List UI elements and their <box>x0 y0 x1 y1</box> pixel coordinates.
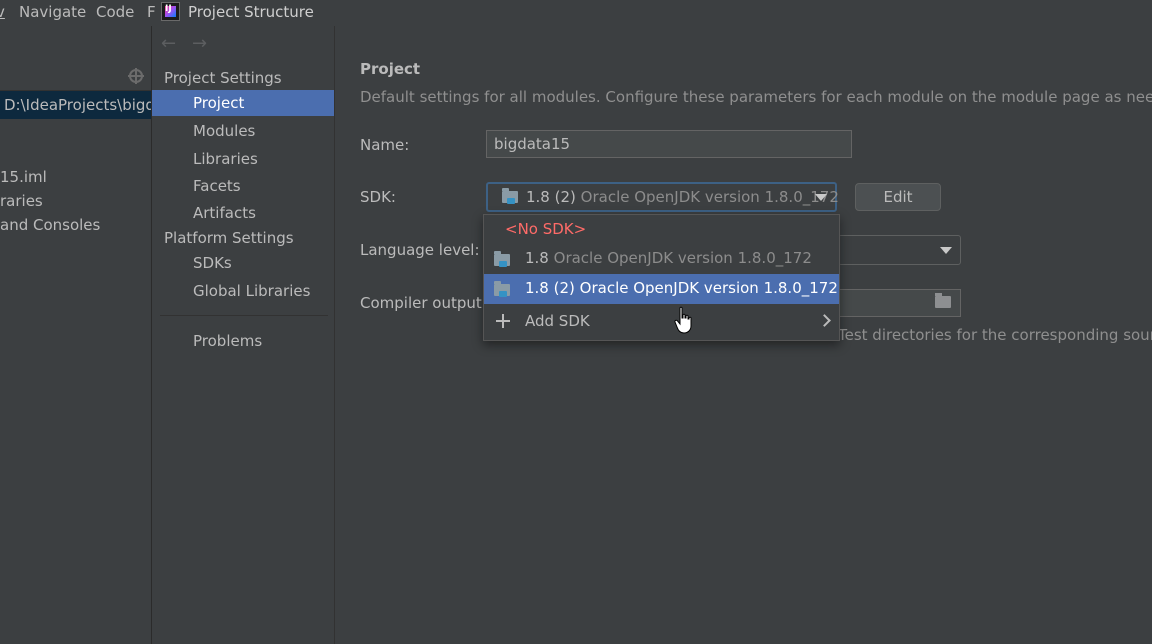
menu-code[interactable]: Code <box>96 3 134 21</box>
window-title: Project Structure <box>188 3 314 21</box>
sidebar-item-modules[interactable]: Modules <box>152 118 334 144</box>
sdk-combobox[interactable]: 1.8 (2) Oracle OpenJDK version 1.8.0_172 <box>486 182 839 212</box>
hand-pointer-icon <box>674 306 692 334</box>
intellij-logo-icon <box>161 2 180 21</box>
menu-navigate[interactable]: Navigate <box>19 3 86 21</box>
project-tree-item-libraries[interactable]: raries <box>0 192 43 210</box>
chevron-down-icon <box>940 247 952 254</box>
page-title: Project <box>360 60 421 78</box>
language-level-label: Language level: <box>360 241 480 259</box>
folder-sdk-icon <box>494 281 510 297</box>
dropdown-item-add-sdk[interactable]: Add SDK <box>484 307 839 337</box>
edit-sdk-button[interactable]: Edit <box>855 183 941 211</box>
name-label: Name: <box>360 136 410 154</box>
sdk-selected-value: 1.8 (2) Oracle OpenJDK version 1.8.0_172 <box>526 188 839 206</box>
locate-crosshair-icon[interactable] <box>128 68 144 84</box>
sidebar-item-problems[interactable]: Problems <box>152 328 334 354</box>
folder-sdk-icon <box>494 251 510 267</box>
project-tree-item-iml[interactable]: 15.iml <box>0 168 47 186</box>
name-input[interactable]: bigdata15 <box>486 130 852 158</box>
chevron-right-icon <box>818 314 831 327</box>
sidebar-item-global-libraries[interactable]: Global Libraries <box>152 278 334 304</box>
sdk-label: SDK: <box>360 188 396 206</box>
plus-icon <box>496 314 510 328</box>
compiler-output-label: Compiler output: <box>360 294 487 312</box>
chevron-down-icon <box>815 194 827 201</box>
project-root-path[interactable]: D:\IdeaProjects\bigda <box>4 96 164 114</box>
dropdown-item-sdk-1-8[interactable]: 1.8 Oracle OpenJDK version 1.8.0_172 <box>484 244 839 274</box>
menu-view[interactable]: v <box>0 3 5 21</box>
page-description: Default settings for all modules. Config… <box>360 88 1152 106</box>
arrow-left-icon[interactable]: ← <box>161 33 176 54</box>
folder-sdk-icon <box>502 188 518 204</box>
sidebar-divider <box>160 315 328 316</box>
project-tree-item-consoles[interactable]: and Consoles <box>0 216 100 234</box>
sidebar-item-facets[interactable]: Facets <box>152 173 334 199</box>
menu-file[interactable]: F <box>147 3 156 21</box>
language-level-combobox[interactable] <box>838 235 961 265</box>
sidebar-item-libraries[interactable]: Libraries <box>152 146 334 172</box>
sidebar-item-project[interactable]: Project <box>152 90 334 116</box>
sidebar-item-artifacts[interactable]: Artifacts <box>152 200 334 226</box>
sidebar-item-sdks[interactable]: SDKs <box>152 250 334 276</box>
folder-open-icon[interactable] <box>935 293 951 308</box>
dropdown-item-sdk-1-8-2[interactable]: 1.8 (2) Oracle OpenJDK version 1.8.0_172 <box>484 274 839 304</box>
arrow-right-icon[interactable]: → <box>192 33 207 54</box>
platform-settings-header: Platform Settings <box>164 229 294 247</box>
dropdown-item-no-sdk[interactable]: <No SDK> <box>484 215 839 245</box>
compiler-output-hint: Test directories for the corresponding s… <box>838 326 1152 344</box>
project-settings-header: Project Settings <box>164 69 282 87</box>
